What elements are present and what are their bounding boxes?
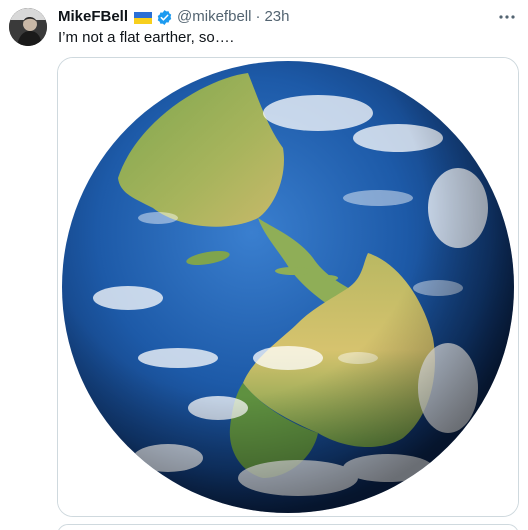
ukraine-flag-icon	[134, 11, 153, 24]
tweet: MikeFBell @mikefbell · 23h I’m not a fla…	[0, 0, 528, 530]
separator-dot: ·	[255, 8, 261, 25]
post-media[interactable]	[57, 57, 519, 517]
more-options-button[interactable]	[496, 8, 518, 26]
more-options-icon	[499, 15, 515, 19]
verified-badge-icon[interactable]	[156, 9, 173, 26]
post-header: MikeFBell @mikefbell · 23h	[58, 8, 488, 26]
earth-globe-image	[58, 58, 518, 516]
user-handle[interactable]: @mikefbell	[177, 8, 251, 26]
post-timestamp[interactable]: 23h	[264, 8, 289, 26]
post-text: I’m not a flat earther, so….	[58, 29, 234, 46]
avatar[interactable]	[9, 8, 47, 46]
next-post-card-edge	[57, 524, 519, 530]
display-name[interactable]: MikeFBell	[58, 8, 128, 26]
